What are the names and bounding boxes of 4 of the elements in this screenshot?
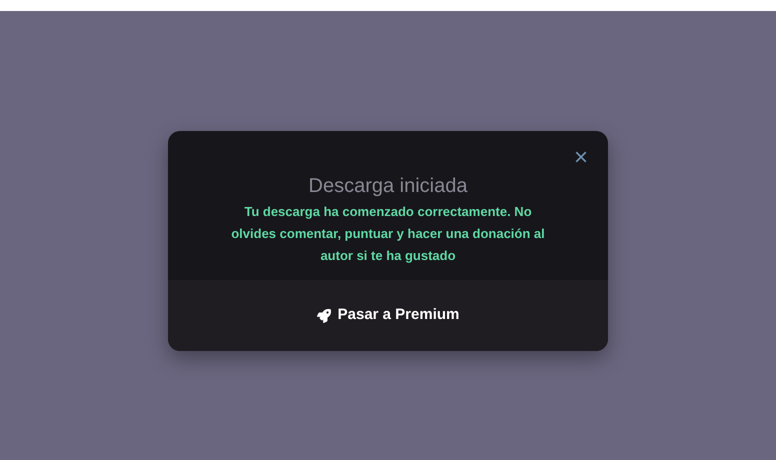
rocket-icon xyxy=(316,308,331,322)
dialog-title: Descarga iniciada xyxy=(308,174,468,199)
close-button[interactable]: × xyxy=(574,146,588,170)
dialog-message: Tu descarga ha comenzado correctamente. No olvides comentar, puntuar y hacer una donación al autor si te ha gustado xyxy=(230,203,546,265)
